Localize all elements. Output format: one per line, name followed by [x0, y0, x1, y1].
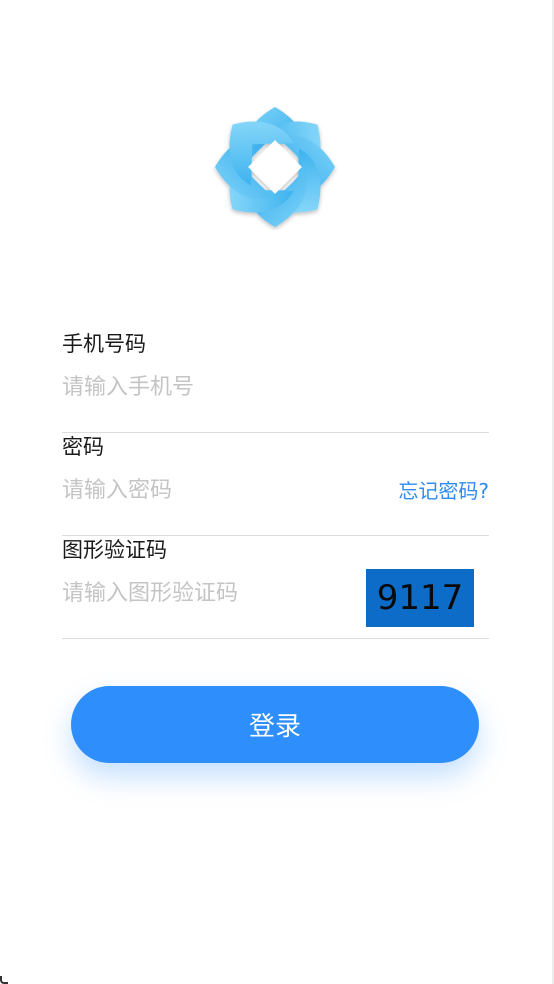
captcha-input[interactable]	[62, 576, 362, 610]
flower-logo-icon	[215, 107, 335, 227]
phone-label: 手机号码	[62, 332, 146, 356]
captcha-label: 图形验证码	[62, 538, 167, 562]
login-form: 手机号码 密码 忘记密码? 图形验证码 9117	[62, 330, 489, 639]
forgot-password-link[interactable]: 忘记密码?	[398, 477, 489, 505]
phone-field: 手机号码	[62, 330, 489, 433]
corner-mark	[0, 976, 8, 984]
login-screen: 手机号码 密码 忘记密码? 图形验证码 9117 登录	[0, 0, 554, 984]
password-label: 密码	[62, 435, 104, 459]
captcha-field: 图形验证码 9117	[62, 536, 489, 639]
password-field: 密码 忘记密码?	[62, 433, 489, 536]
captcha-image[interactable]: 9117	[366, 569, 474, 627]
login-button[interactable]: 登录	[71, 686, 479, 763]
password-input[interactable]	[62, 473, 362, 507]
phone-input[interactable]	[62, 370, 362, 404]
